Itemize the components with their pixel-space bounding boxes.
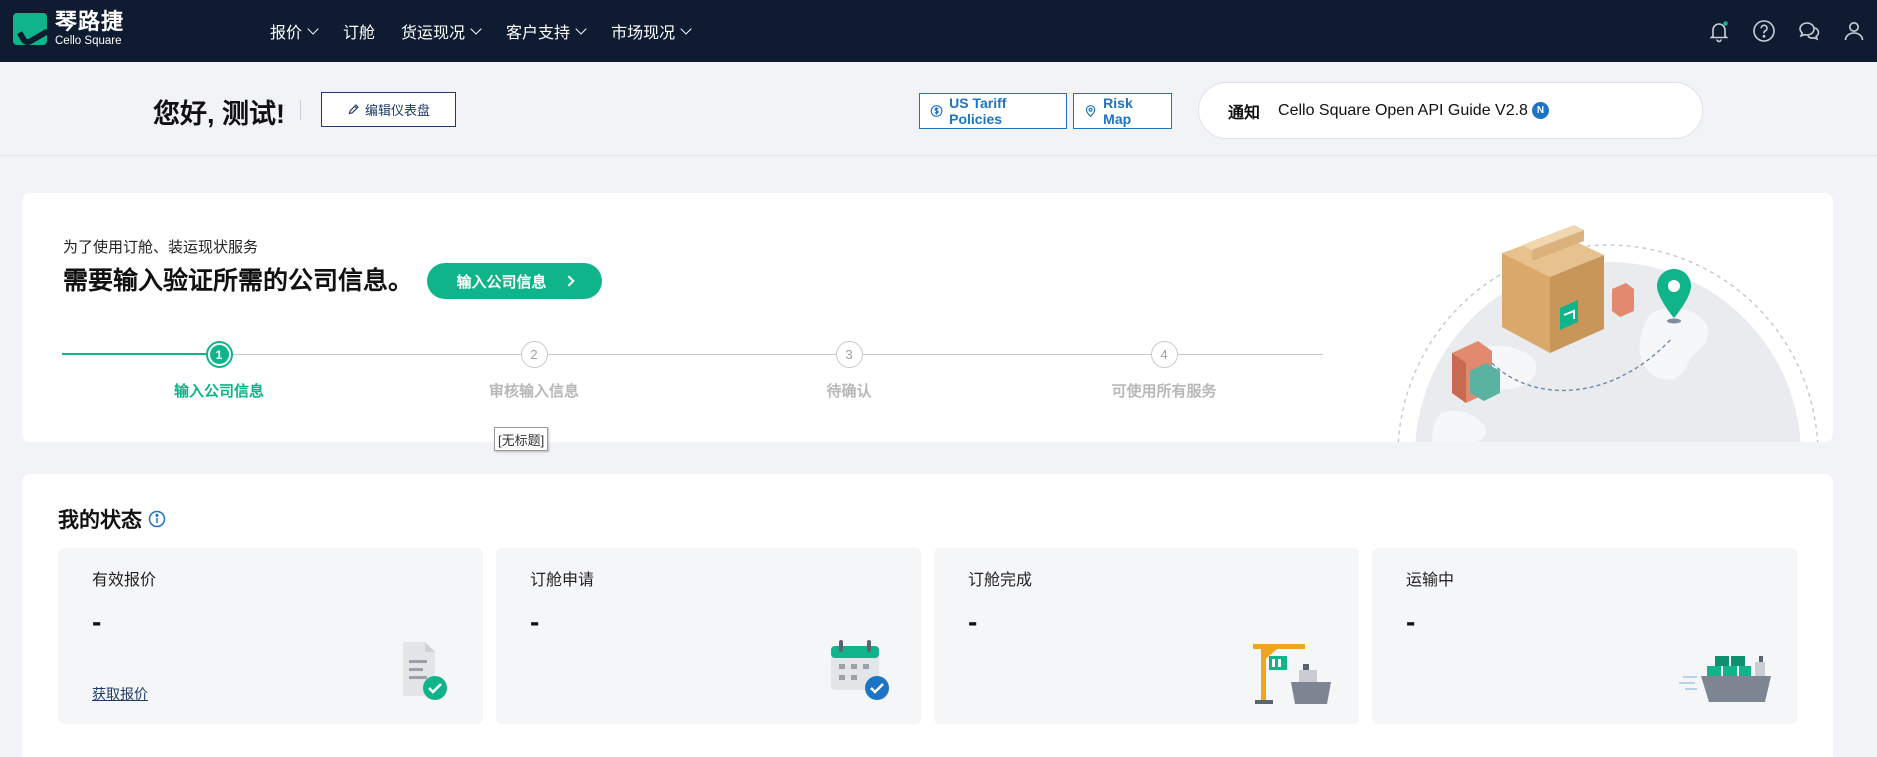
nav-icons (1687, 0, 1867, 62)
cargo-ship-icon (1679, 656, 1771, 702)
dollar-circle-icon (930, 105, 943, 117)
info-icon[interactable] (148, 510, 166, 528)
tile-valid-quotes[interactable]: 有效报价 - 获取报价 (58, 548, 483, 724)
greeting-text: 您好, 测试! (153, 99, 285, 129)
user-icon[interactable] (1841, 18, 1867, 44)
step-label: 输入公司信息 (173, 383, 264, 400)
chat-icon[interactable] (1796, 18, 1822, 44)
step-circle: 2 (520, 341, 548, 368)
tile-value: - (968, 606, 978, 637)
step-circle: 4 (1150, 341, 1178, 368)
chevron-down-icon (575, 23, 587, 35)
menu-item-shipment-status[interactable]: 货运现况 (401, 19, 482, 43)
chevron-down-icon (680, 23, 692, 35)
tile-value: - (1406, 606, 1416, 637)
logo-cn-text: 琴路捷 (55, 8, 125, 34)
menu-item-market[interactable]: 市场现况 (611, 19, 692, 43)
tile-booking-request[interactable]: 订舱申请 - (496, 548, 921, 724)
calendar-check-icon (831, 640, 889, 700)
tile-value: - (92, 606, 102, 637)
bell-icon[interactable] (1706, 18, 1732, 44)
globe-delivery-illustration (1397, 225, 1819, 442)
step-circle: 1 (205, 341, 233, 368)
tile-booking-complete[interactable]: 订舱完成 - (934, 548, 1359, 724)
step-4: 4 可使用所有服务 (1064, 341, 1264, 401)
divider (300, 100, 301, 120)
top-nav: 琴路捷 Cello Square 报价 订舱 货运现况 客户支持 市场现况 (0, 0, 1877, 62)
main-menu: 报价 订舱 货运现况 客户支持 市场现况 (270, 0, 716, 62)
tile-in-transit[interactable]: 运输中 - (1372, 548, 1797, 724)
logo[interactable]: 琴路捷 Cello Square (13, 8, 125, 47)
chevron-down-icon (470, 23, 482, 35)
onboarding-card: 为了使用订舱、装运现状服务 需要输入验证所需的公司信息。 输入公司信息 1 输入… (22, 193, 1833, 442)
new-badge: N (1531, 102, 1549, 119)
status-tiles: 有效报价 - 获取报价 订舱申请 - 订舱完成 - 运输中 - (58, 548, 1810, 724)
step-label: 可使用所有服务 (1111, 383, 1217, 400)
status-title: 我的状态 (58, 504, 166, 534)
notice-label: 通知 (1228, 104, 1261, 122)
menu-item-quote[interactable]: 报价 (270, 19, 319, 43)
onboarding-subtitle: 为了使用订舱、装运现状服务 (63, 239, 259, 256)
help-icon[interactable] (1751, 18, 1777, 44)
risk-map-button[interactable]: Risk Map (1073, 93, 1172, 129)
step-circle: 3 (835, 341, 863, 368)
chevron-down-icon (307, 23, 319, 35)
edit-dashboard-button[interactable]: 编辑仪表盘 (321, 92, 456, 127)
tile-value: - (530, 606, 540, 637)
chevron-right-icon (562, 275, 575, 287)
step-label: 审核输入信息 (488, 383, 579, 400)
tooltip: [无标题] (494, 427, 549, 451)
us-tariff-policies-button[interactable]: US Tariff Policies (919, 93, 1067, 129)
map-pin-icon (1085, 105, 1096, 118)
tile-label: 运输中 (1406, 572, 1455, 589)
get-quote-link[interactable]: 获取报价 (92, 684, 148, 704)
enter-company-info-button[interactable]: 输入公司信息 (427, 263, 602, 299)
step-label: 待确认 (826, 383, 872, 400)
crane-ship-icon (1253, 644, 1331, 704)
onboarding-title: 需要输入验证所需的公司信息。 (63, 267, 414, 295)
tile-label: 有效报价 (92, 572, 157, 589)
step-3: 3 待确认 (749, 341, 949, 401)
tile-label: 订舱完成 (968, 572, 1033, 589)
step-1: 1 输入公司信息 (119, 341, 319, 401)
greeting-bar: 您好, 测试! 编辑仪表盘 US Tariff Policies Risk Ma… (0, 62, 1877, 156)
notice-text: Cello Square Open API Guide V2.8 (1278, 101, 1528, 119)
document-check-icon (403, 642, 447, 700)
my-status-card: 我的状态 有效报价 - 获取报价 订舱申请 - 订舱完成 - 运输中 - (22, 474, 1833, 757)
notice-banner[interactable]: 通知 Cello Square Open API Guide V2.8 N (1198, 82, 1703, 139)
step-2: 2 审核输入信息 (434, 341, 634, 401)
menu-item-support[interactable]: 客户支持 (506, 19, 587, 43)
logo-en-text: Cello Square (55, 34, 122, 47)
pencil-icon (348, 104, 359, 115)
logo-mark-icon (13, 13, 47, 45)
menu-item-booking[interactable]: 订舱 (343, 19, 375, 43)
tile-label: 订舱申请 (530, 572, 595, 589)
